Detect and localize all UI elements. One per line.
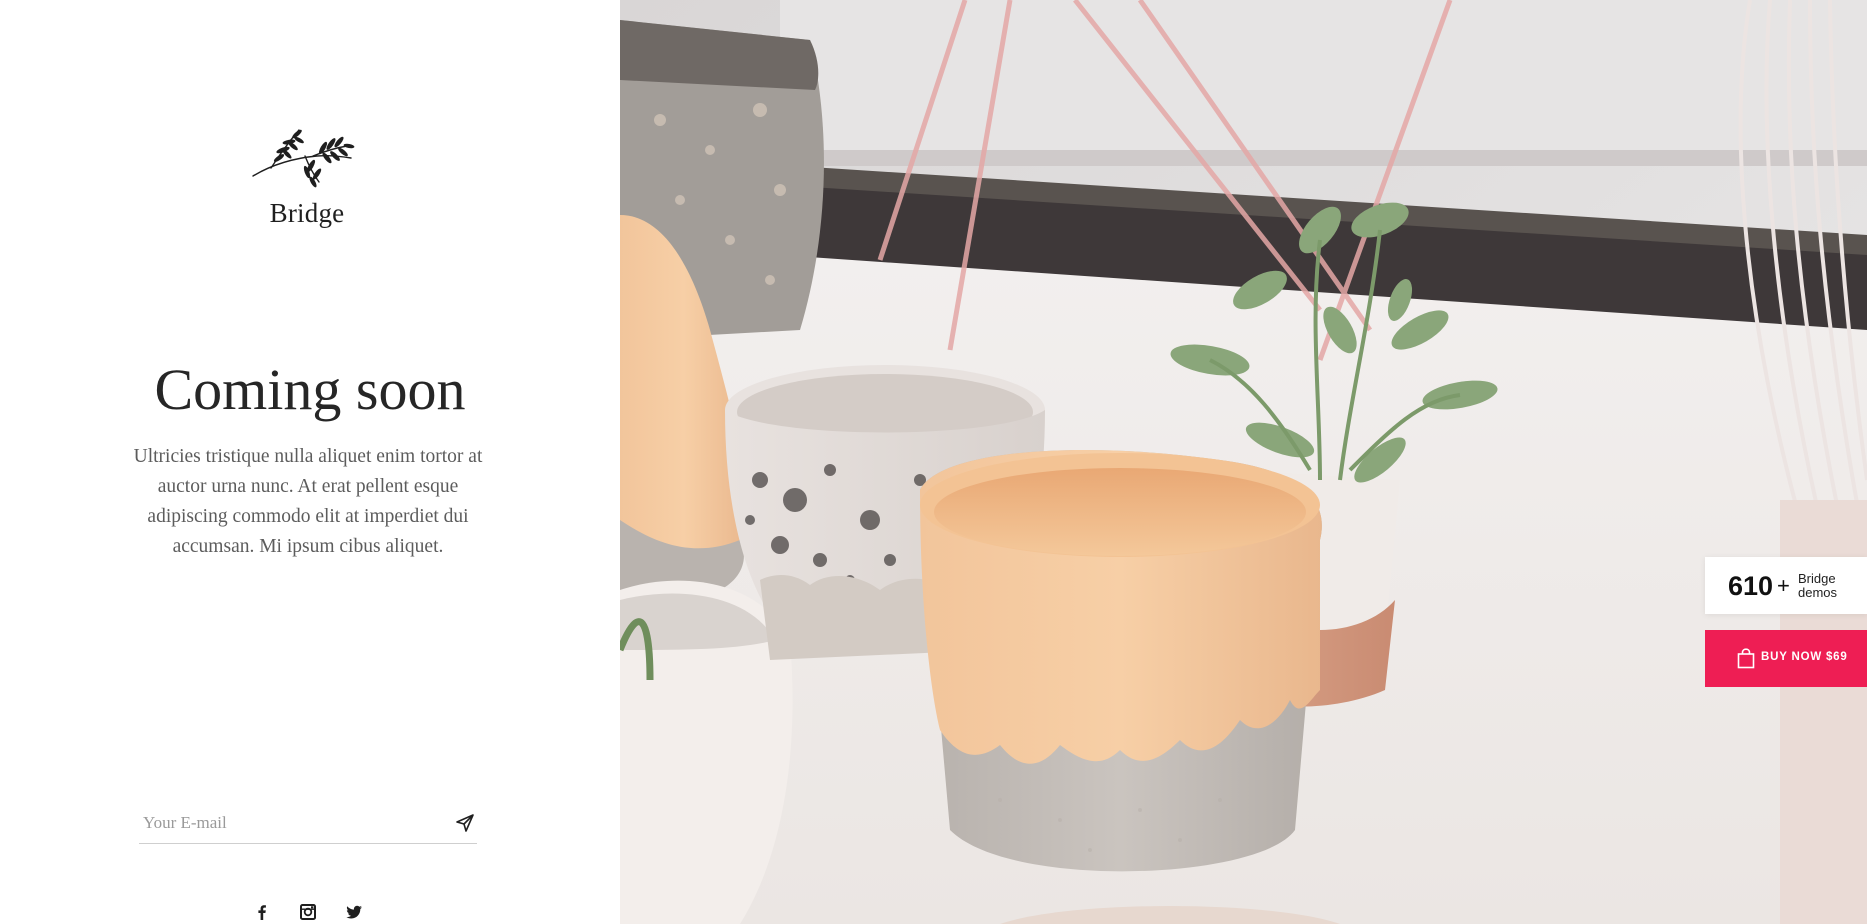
brand-logo[interactable]: Bridge (247, 120, 367, 240)
buy-now-button[interactable]: BUY NOW $69 (1705, 630, 1867, 687)
email-input[interactable] (143, 805, 433, 841)
leaf-branch-icon (252, 129, 355, 188)
demos-label-line2: demos (1798, 585, 1838, 600)
shopping-bag-icon (1737, 648, 1755, 669)
instagram-link[interactable] (298, 902, 318, 922)
demos-count: 610 (1728, 571, 1774, 601)
demos-plus: + (1777, 573, 1790, 598)
hero-image (620, 0, 1867, 924)
social-links (248, 902, 368, 924)
twitter-icon (346, 905, 362, 919)
demos-badge[interactable]: 610 + Bridge demos (1705, 557, 1867, 614)
left-panel: Bridge Coming soon Ultricies tristique n… (0, 0, 620, 924)
ceramic-pots-photo (620, 0, 1867, 924)
page-title: Coming soon (154, 357, 466, 422)
instagram-icon (300, 904, 316, 920)
page-description: Ultricies tristique nulla aliquet enim t… (133, 446, 483, 557)
facebook-icon (258, 905, 266, 920)
twitter-link[interactable] (344, 902, 364, 922)
send-button[interactable] (453, 811, 477, 835)
buy-now-label: BUY NOW $69 (1761, 651, 1848, 663)
demos-label-line1: Bridge (1798, 571, 1836, 586)
facebook-link[interactable] (252, 902, 272, 922)
paper-plane-icon (456, 814, 474, 832)
brand-name: Bridge (269, 198, 345, 228)
demos-label: Bridge demos (1798, 572, 1858, 600)
subscribe-form (139, 805, 477, 844)
